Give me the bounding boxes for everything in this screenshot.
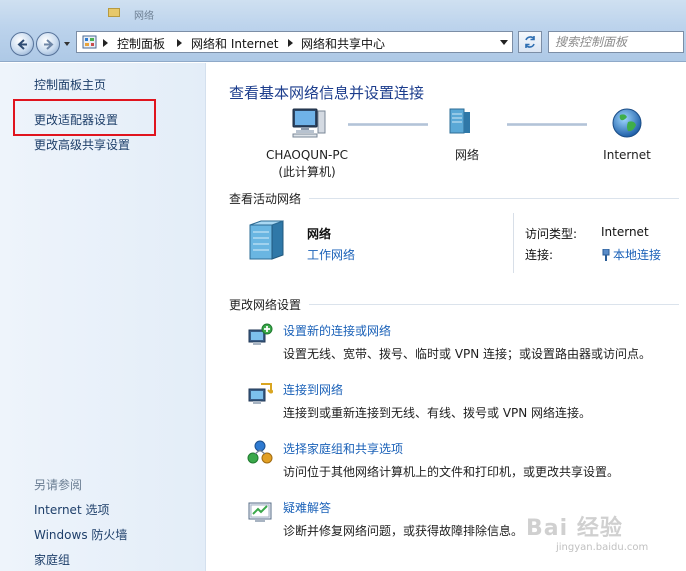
vertical-divider [513, 213, 514, 273]
control-panel-home-link[interactable]: 控制面板主页 [34, 76, 106, 93]
refresh-icon [525, 36, 535, 48]
page-title: 查看基本网络信息并设置连接 [229, 84, 425, 102]
ethernet-plug-icon [602, 249, 610, 261]
change-adapter-settings-link[interactable]: 更改适配器设置 [34, 111, 118, 128]
homegroup-link[interactable]: 家庭组 [34, 551, 70, 568]
search-box[interactable] [548, 31, 684, 53]
recent-pages-dropdown[interactable] [63, 40, 71, 48]
folder-icon [108, 8, 120, 17]
change-advanced-sharing-link[interactable]: 更改高级共享设置 [34, 136, 130, 153]
internet-globe-icon [612, 108, 642, 138]
window-title-fragment: 网络 [92, 6, 212, 22]
connect-network-description: 连接到或重新连接到无线、有线、拨号或 VPN 网络连接。 [283, 406, 592, 420]
watermark-url: jingyan.baidu.com [556, 542, 649, 553]
internet-node-label: Internet [603, 148, 651, 162]
setup-connection-link[interactable]: 设置新的连接或网络 [283, 322, 391, 339]
connection-label: 连接: [525, 248, 554, 262]
local-connection-link[interactable]: 本地连接 [601, 246, 661, 263]
baidu-watermark: Bai 经验 jingyan.baidu.com [520, 510, 680, 560]
windows-firewall-link[interactable]: Windows 防火墙 [34, 526, 127, 543]
network-type-link[interactable]: 工作网络 [307, 246, 355, 263]
network-icon [449, 108, 470, 134]
network-building-icon [249, 220, 284, 260]
this-computer-node[interactable]: CHAOQUN-PC (此计算机) [244, 147, 370, 181]
connect-network-link[interactable]: 连接到网络 [283, 381, 343, 398]
troubleshoot-description: 诊断并修复网络问题，或获得故障排除信息。 [283, 524, 524, 538]
breadcrumb-network-internet[interactable]: 网络和 Internet [191, 35, 278, 52]
address-bar[interactable]: 控制面板 网络和 Internet 网络和共享中心 [76, 31, 513, 53]
task-setup-connection: 设置新的连接或网络 设置无线、宽带、拨号、临时或 VPN 连接；或设置路由器或访… [247, 322, 679, 368]
access-type-value: Internet [601, 225, 649, 239]
local-connection-text: 本地连接 [613, 248, 662, 262]
arrow-left-icon [17, 39, 27, 50]
homegroup-sharing-description: 访问位于其他网络计算机上的文件和打印机，或更改共享设置。 [283, 465, 620, 479]
breadcrumb-separator[interactable] [288, 39, 293, 47]
main-content-pane: 查看基本网络信息并设置连接 CHAOQUN-PC (此计算机) 网络 Inter… [207, 63, 686, 571]
computer-icon [292, 108, 326, 138]
address-history-dropdown[interactable] [500, 40, 508, 45]
setup-connection-description: 设置无线、宽带、拨号、临时或 VPN 连接；或设置路由器或访问点。 [283, 347, 652, 361]
window-titlebar: 网络 控制面板 网络和 Internet 网络和共享中心 [0, 0, 686, 62]
forward-button[interactable] [36, 32, 60, 56]
active-network-panel: 网络 工作网络 访问类型: Internet 连接: 本地连接 [229, 209, 679, 279]
homegroup-icon [247, 440, 273, 464]
network-node-label: 网络 [454, 148, 479, 162]
control-panel-icon [82, 35, 97, 49]
breadcrumb-control-panel[interactable]: 控制面板 [117, 35, 165, 52]
see-also-heading: 另请参阅 [34, 478, 83, 492]
watermark-text: Bai 经验 [526, 516, 623, 541]
internet-node[interactable]: Internet [592, 147, 662, 164]
task-homegroup-sharing: 选择家庭组和共享选项 访问位于其他网络计算机上的文件和打印机，或更改共享设置。 [247, 440, 679, 486]
search-input[interactable] [555, 34, 679, 50]
connection-line [507, 123, 587, 126]
section-divider [309, 304, 679, 305]
access-type-label: 访问类型: [525, 227, 578, 241]
computer-name: CHAOQUN-PC [266, 148, 348, 162]
refresh-button[interactable] [518, 31, 542, 53]
breadcrumb-separator[interactable] [103, 39, 108, 47]
breadcrumb-network-sharing-center[interactable]: 网络和共享中心 [301, 35, 385, 52]
connection-line [348, 123, 428, 126]
window-title-text: 网络 [134, 11, 154, 22]
internet-options-link[interactable]: Internet 选项 [34, 501, 109, 518]
connect-network-icon [248, 383, 273, 404]
computer-note: (此计算机) [278, 165, 336, 179]
network-node[interactable]: 网络 [440, 147, 494, 164]
arrow-right-icon [44, 39, 54, 50]
new-connection-icon [248, 323, 273, 345]
active-networks-heading: 查看活动网络 [229, 192, 302, 206]
breadcrumb-separator[interactable] [177, 39, 182, 47]
active-network-name: 网络 [307, 227, 332, 241]
homegroup-sharing-link[interactable]: 选择家庭组和共享选项 [283, 440, 403, 457]
change-settings-heading: 更改网络设置 [229, 298, 302, 312]
back-button[interactable] [10, 32, 34, 56]
troubleshoot-link[interactable]: 疑难解答 [283, 499, 331, 516]
section-divider [309, 198, 679, 199]
left-navigation-pane: 控制面板主页 更改适配器设置 更改高级共享设置 另请参阅 Internet 选项… [0, 63, 206, 571]
troubleshoot-icon [248, 502, 272, 522]
task-connect-network: 连接到网络 连接到或重新连接到无线、有线、拨号或 VPN 网络连接。 [247, 381, 679, 427]
